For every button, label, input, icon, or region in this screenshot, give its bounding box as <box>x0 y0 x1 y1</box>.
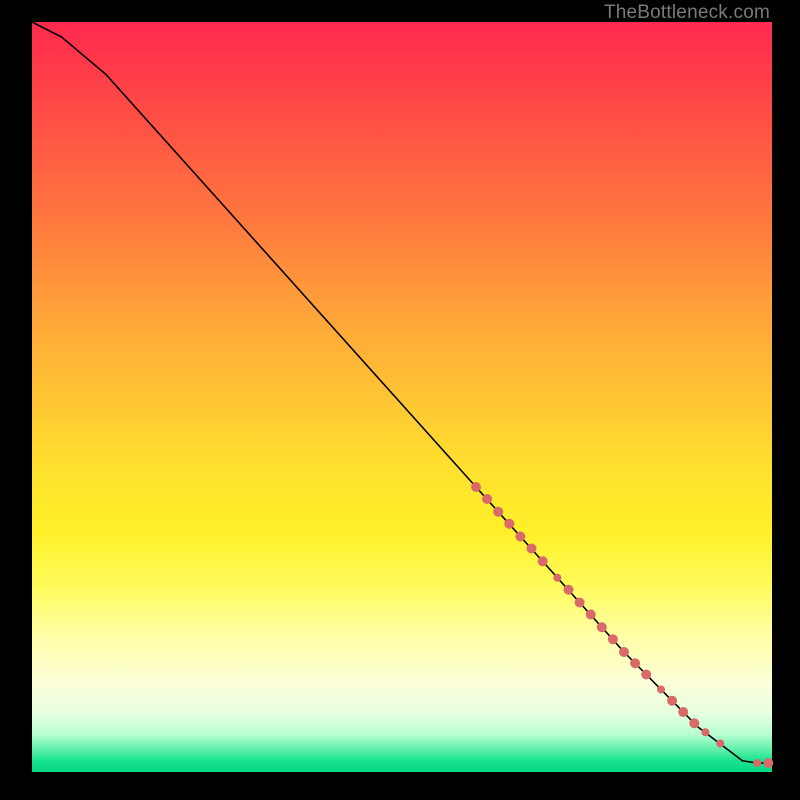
marker-dot <box>471 482 481 492</box>
chart-svg <box>32 22 772 772</box>
chart-stage: TheBottleneck.com <box>0 0 800 800</box>
marker-dot <box>667 696 677 706</box>
marker-dot <box>553 574 561 582</box>
marker-dot <box>538 556 548 566</box>
marker-dot <box>701 728 709 736</box>
marker-dot <box>630 658 640 668</box>
marker-dot <box>493 507 503 517</box>
marker-dot <box>689 718 699 728</box>
marker-dots-group <box>471 482 773 768</box>
main-curve-line <box>32 22 772 763</box>
marker-dot <box>657 686 665 694</box>
marker-dot <box>575 598 585 608</box>
marker-dot <box>482 494 492 504</box>
marker-dot <box>608 634 618 644</box>
marker-dot <box>527 544 537 554</box>
marker-dot <box>586 610 596 620</box>
marker-dot <box>641 670 651 680</box>
marker-dot <box>763 758 773 768</box>
marker-dot <box>564 585 574 595</box>
marker-dot <box>597 622 607 632</box>
marker-dot <box>716 740 724 748</box>
marker-dot <box>619 647 629 657</box>
marker-dot <box>753 759 761 767</box>
attribution-text: TheBottleneck.com <box>604 2 770 24</box>
marker-dot <box>515 532 525 542</box>
marker-dot <box>678 707 688 717</box>
marker-dot <box>504 519 514 529</box>
plot-area <box>32 22 772 772</box>
